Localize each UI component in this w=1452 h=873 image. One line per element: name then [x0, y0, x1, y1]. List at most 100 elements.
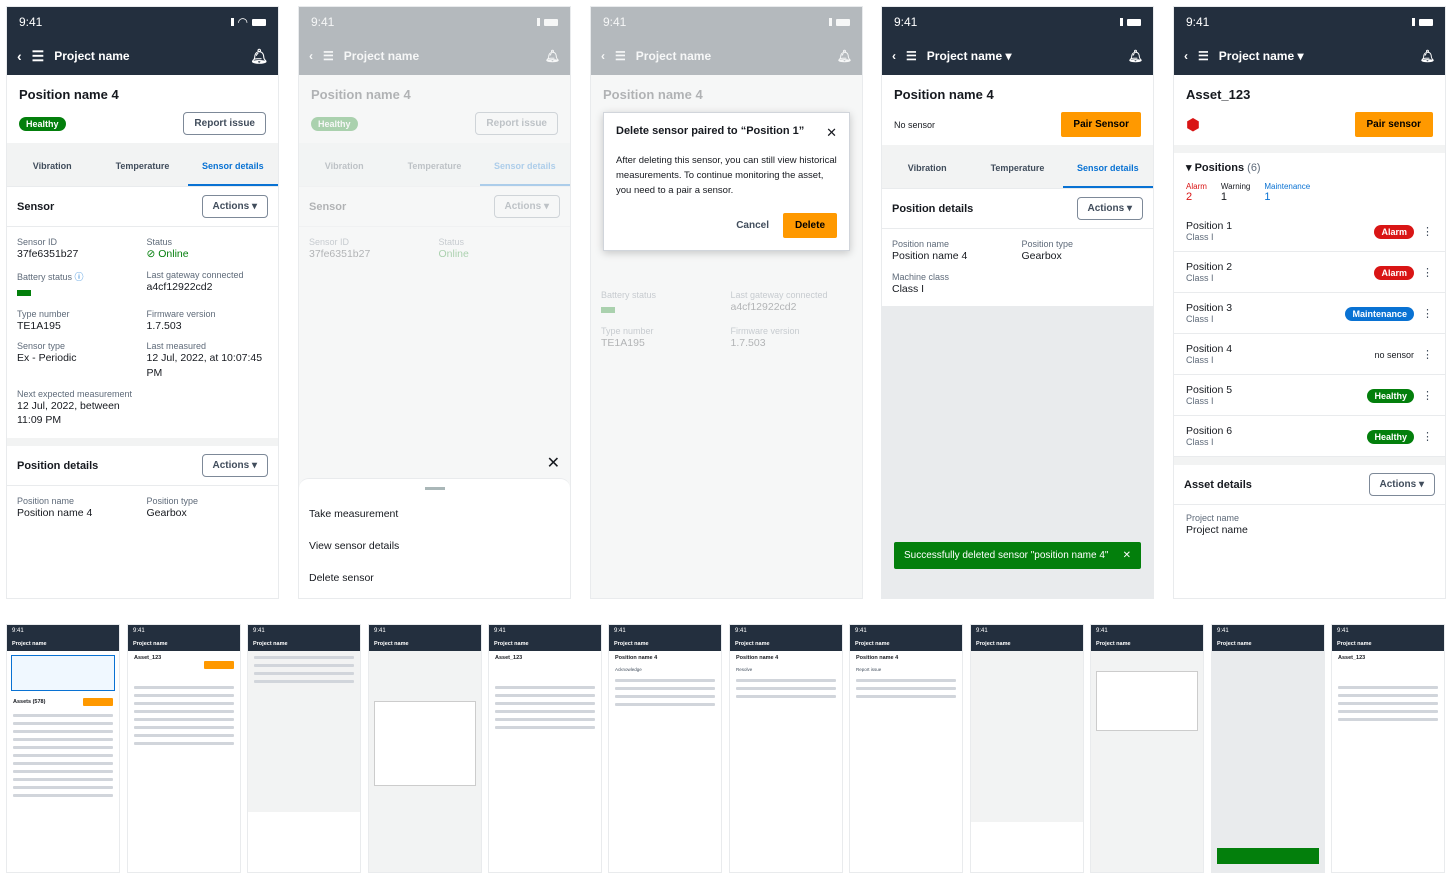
screen-asset: 9:41 ‹ ☰ Project name ▾ 🔔︎ Asset_123 ⬢ Pair s… — [1173, 6, 1446, 599]
page-title: Position name 4 — [19, 87, 119, 102]
check-circle-icon: ⊘ — [146, 248, 156, 260]
tab-sensor-details[interactable]: Sensor details — [187, 153, 278, 186]
back-icon[interactable]: ‹ — [17, 49, 22, 63]
kebab-icon[interactable]: ⋮ — [1422, 349, 1433, 361]
tab-temperature[interactable]: Temperature — [972, 155, 1062, 188]
thumb-asset-sheet[interactable]: 9:41 Project name — [247, 624, 361, 873]
positions-header[interactable]: ▾ Positions (6) — [1186, 161, 1433, 174]
header: Position name 4 Healthy Report issue — [7, 75, 278, 143]
bell-icon[interactable]: 🔔︎ — [1128, 49, 1143, 63]
kebab-icon[interactable]: ⋮ — [1422, 226, 1433, 238]
tab-vibration[interactable]: Vibration — [7, 153, 97, 186]
thumb-modal[interactable]: 9:41 Project name — [1090, 624, 1204, 873]
overlay[interactable] — [591, 7, 862, 598]
kebab-icon[interactable]: ⋮ — [1422, 267, 1433, 279]
wifi-icon: ◠ — [237, 15, 248, 29]
thumb-deleted[interactable]: 9:41 Project name — [1211, 624, 1325, 873]
sensor-header: Sensor Actions ▾ — [7, 187, 278, 227]
modal-title: Delete sensor paired to “Position 1” — [616, 125, 805, 137]
nav-title: Project name — [54, 49, 130, 63]
tab-sensor-details[interactable]: Sensor details — [1062, 155, 1153, 188]
delete-button[interactable]: Delete — [782, 212, 837, 238]
alert-icon: ⬢ — [1186, 116, 1200, 134]
thumb-asset[interactable]: 9:41 Project name Asset_123 — [127, 624, 241, 873]
tab-vibration[interactable]: Vibration — [882, 155, 972, 188]
status-badge: Healthy — [1367, 389, 1414, 403]
signal-icon — [1403, 18, 1415, 26]
thumb-maintenance-position[interactable]: 9:41 Project name Position name 4 Resolve — [729, 624, 843, 873]
bell-icon[interactable]: 🔔︎ — [1420, 49, 1435, 63]
close-icon[interactable]: ✕ — [1123, 550, 1131, 561]
info-icon[interactable]: ⓘ — [75, 272, 84, 282]
back-icon[interactable]: ‹ — [892, 49, 896, 63]
no-sensor-label: No sensor — [894, 119, 936, 130]
actions-button[interactable]: Actions ▾ — [201, 195, 268, 218]
kebab-icon[interactable]: ⋮ — [1422, 431, 1433, 443]
project-dropdown[interactable]: Project name ▾ — [1219, 49, 1304, 63]
report-issue-button[interactable]: Report issue — [183, 112, 266, 135]
bell-icon[interactable]: 🔔︎ — [250, 49, 268, 63]
status-badge: Alarm — [1374, 266, 1414, 280]
battery-icon — [1127, 18, 1141, 26]
asset-actions-button[interactable]: Actions ▾ — [1368, 473, 1435, 496]
position-row[interactable]: Position 5 Class I Healthy ⋮ — [1174, 375, 1445, 416]
thumb-healthy-position[interactable]: 9:41 Project name Position name 4 Report is… — [849, 624, 963, 873]
kebab-icon[interactable]: ⋮ — [1422, 308, 1433, 320]
status-badge: Healthy — [19, 116, 66, 131]
menu-icon[interactable]: ☰ — [906, 49, 917, 63]
position-actions-button[interactable]: Actions ▾ — [201, 454, 268, 478]
thumb-asset-updated[interactable]: 9:41 Project name Asset_123 — [488, 624, 602, 873]
menu-icon[interactable]: ☰ — [32, 49, 45, 63]
thumb-delete-position[interactable]: 9:41 Project name — [368, 624, 482, 873]
screen-sensor-deleted: 9:41 ‹ ☰ Project name ▾ 🔔︎ Position name 4N… — [881, 6, 1154, 599]
status-badge: Alarm — [1374, 225, 1414, 239]
screen-delete-modal: 9:41 ‹☰Project name🔔︎ Position name 4 Ba… — [590, 6, 863, 599]
menu-icon[interactable]: ☰ — [1198, 49, 1209, 63]
cancel-button[interactable]: Cancel — [736, 220, 769, 231]
drag-handle[interactable] — [424, 487, 445, 490]
modal-body: After deleting this sensor, you can stil… — [616, 155, 837, 197]
position-row[interactable]: Position 2 Class I Alarm ⋮ — [1174, 252, 1445, 293]
pair-sensor-button[interactable]: Pair sensor — [1354, 112, 1433, 137]
thumb-alarm-position[interactable]: 9:41 Project name Position name 4 Acknowled… — [608, 624, 722, 873]
pair-sensor-button[interactable]: Pair Sensor — [1061, 112, 1141, 137]
advisory-banner — [11, 655, 115, 691]
kebab-icon[interactable]: ⋮ — [1422, 390, 1433, 402]
battery-icon — [252, 18, 266, 26]
delete-sensor-item[interactable]: Delete sensor — [299, 562, 570, 594]
screen-actions-sheet: 9:41 ‹☰Project name🔔︎ Position name 4Hea… — [298, 6, 571, 599]
status-badge: Maintenance — [1345, 307, 1414, 321]
screen-sensor-details: 9:41 ◠ ‹ ☰ Project name 🔔︎ Position name … — [6, 6, 279, 599]
positions-list: Position 1 Class I Alarm ⋮ Position 2 Class I… — [1174, 211, 1445, 457]
battery-icon — [1419, 18, 1433, 26]
thumb-asset-final[interactable]: 9:41 Project name Asset_123 — [1331, 624, 1445, 873]
sensor-fields: Sensor ID 37fe6351b27 Status ⊘ Online Batt… — [17, 237, 263, 427]
battery-indicator — [17, 289, 31, 296]
delete-modal: Delete sensor paired to “Position 1” ✕ Af… — [603, 112, 850, 251]
status-badge: Healthy — [1367, 430, 1414, 444]
success-toast: Successfully deleted sensor "position na… — [894, 542, 1141, 569]
project-dropdown[interactable]: Project name ▾ — [927, 49, 1012, 63]
position-details-header: Position details Actions ▾ — [7, 446, 278, 487]
signal-icon — [222, 18, 234, 26]
position-row[interactable]: Position 4 Class Ino sensor ⋮ — [1174, 334, 1445, 375]
close-icon[interactable]: ✕ — [826, 125, 837, 141]
take-measurement-item[interactable]: Take measurement — [299, 498, 570, 530]
position-row[interactable]: Position 6 Class I Healthy ⋮ — [1174, 416, 1445, 457]
tabs: Vibration Temperature Sensor details — [7, 143, 278, 187]
tab-temperature[interactable]: Temperature — [97, 153, 187, 186]
position-row[interactable]: Position 1 Class I Alarm ⋮ — [1174, 211, 1445, 252]
status-bar: 9:41 ◠ — [7, 7, 278, 37]
thumb-sheet[interactable]: 9:41 Project name — [970, 624, 1084, 873]
signal-icon — [1111, 18, 1123, 26]
thumb-assets-list[interactable]: 9:41 Project name Assets (578) — [6, 624, 120, 873]
nav-bar: ‹ ☰ Project name 🔔︎ — [7, 37, 278, 75]
position-row[interactable]: Position 3 Class I Maintenance ⋮ — [1174, 293, 1445, 334]
counters: Alarm 2 Warning 1 Maintenance 1 — [1186, 182, 1311, 203]
close-icon[interactable]: ✕ — [547, 453, 560, 473]
status-badge: no sensor — [1374, 350, 1414, 360]
action-sheet: Take measurement View sensor details Del… — [299, 478, 570, 598]
view-sensor-details-item[interactable]: View sensor details — [299, 530, 570, 562]
actions-button[interactable]: Actions ▾ — [1076, 197, 1143, 220]
back-icon[interactable]: ‹ — [1184, 49, 1188, 63]
